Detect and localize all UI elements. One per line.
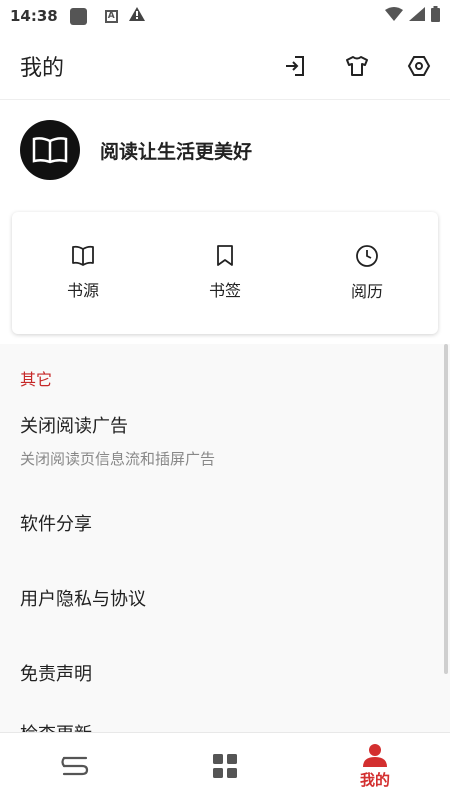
reading-history-button[interactable]: 阅历 bbox=[296, 212, 438, 334]
list-item-subtitle: 关闭阅读页信息流和插屏广告 bbox=[20, 450, 216, 468]
settings-list: 其它 关闭阅读广告 关闭阅读页信息流和插屏广告 软件分享 用户隐私与协议 免责声… bbox=[0, 344, 450, 732]
list-item-privacy[interactable]: 用户隐私与协议 bbox=[20, 585, 146, 611]
page-title: 我的 bbox=[20, 55, 65, 81]
list-item-disclaimer[interactable]: 免责声明 bbox=[20, 660, 92, 686]
bookmark-label: 书签 bbox=[208, 281, 241, 300]
clock-icon bbox=[356, 245, 378, 267]
theme-shirt-icon bbox=[346, 55, 368, 76]
nav-item-discover[interactable] bbox=[150, 733, 300, 800]
profile-slogan: 阅读让生活更美好 bbox=[100, 140, 253, 163]
bookmark-icon bbox=[217, 245, 233, 266]
list-item-title: 关闭阅读广告 bbox=[20, 416, 128, 437]
nav-item-bookshelf[interactable] bbox=[0, 733, 150, 800]
import-icon bbox=[286, 55, 304, 76]
settings-button[interactable] bbox=[388, 32, 450, 100]
book-open-icon bbox=[72, 245, 94, 266]
import-button[interactable] bbox=[264, 32, 326, 100]
battery-icon bbox=[431, 6, 440, 26]
app-notification-icon bbox=[69, 7, 87, 25]
bottom-nav: 我的 bbox=[0, 732, 450, 800]
system-icons bbox=[385, 6, 440, 26]
app-bar: 我的 bbox=[0, 32, 450, 100]
bookshelf-icon bbox=[61, 756, 89, 775]
signal-icon bbox=[409, 7, 425, 25]
section-header-other: 其它 bbox=[20, 370, 53, 389]
wifi-icon bbox=[385, 7, 403, 25]
book-icon bbox=[32, 137, 68, 164]
list-item-title: 检查更新 bbox=[20, 720, 92, 732]
reading-history-label: 阅历 bbox=[350, 282, 383, 301]
nav-item-mine[interactable]: 我的 bbox=[300, 733, 450, 800]
book-source-button[interactable]: 书源 bbox=[12, 212, 154, 334]
avatar[interactable] bbox=[20, 120, 80, 180]
list-item-title: 用户隐私与协议 bbox=[20, 589, 146, 610]
list-item-disable-ads[interactable]: 关闭阅读广告 关闭阅读页信息流和插屏广告 bbox=[20, 412, 215, 469]
nav-label-mine: 我的 bbox=[359, 771, 390, 789]
list-item-title: 免责声明 bbox=[20, 664, 92, 685]
settings-icon bbox=[407, 55, 431, 76]
a-icon: A bbox=[104, 9, 118, 23]
theme-button[interactable] bbox=[326, 32, 388, 100]
list-item-check-update[interactable]: 检查更新 bbox=[20, 720, 92, 732]
quick-actions-card: 书源 书签 阅历 bbox=[12, 212, 438, 334]
status-time: 14:38 bbox=[10, 7, 58, 25]
bookmark-button[interactable]: 书签 bbox=[154, 212, 296, 334]
status-bar: 14:38 A bbox=[0, 0, 450, 32]
list-item-title: 软件分享 bbox=[20, 514, 92, 535]
warning-icon bbox=[128, 6, 146, 26]
scrollbar[interactable] bbox=[444, 344, 448, 674]
book-source-label: 书源 bbox=[66, 281, 99, 300]
profile-section: 阅读让生活更美好 bbox=[0, 100, 450, 200]
list-item-share[interactable]: 软件分享 bbox=[20, 510, 92, 536]
profile-icon bbox=[363, 744, 387, 767]
discover-grid-icon bbox=[213, 753, 237, 778]
